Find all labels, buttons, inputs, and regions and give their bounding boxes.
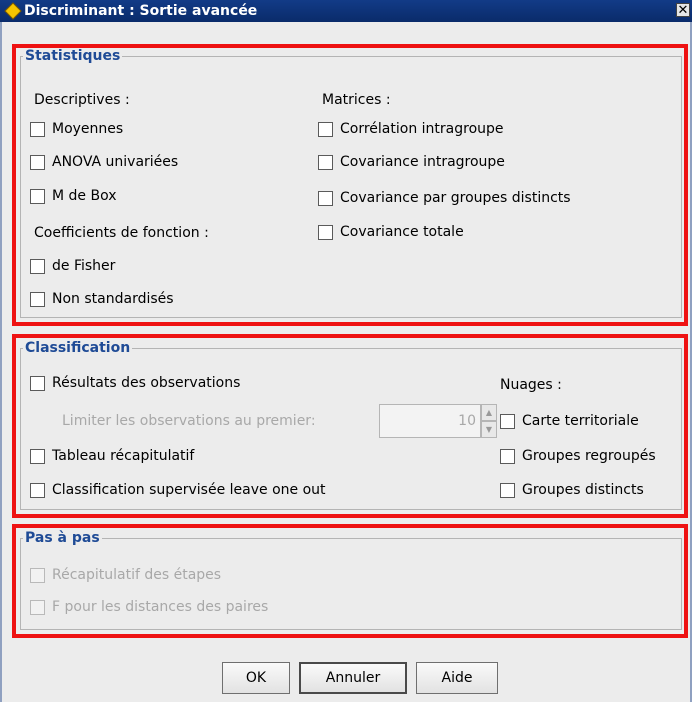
title-bar: Discriminant : Sortie avancée ✕ (0, 0, 692, 22)
statistiques-highlight (12, 44, 688, 326)
close-icon: ✕ (677, 3, 689, 18)
ok-button[interactable]: OK (222, 662, 290, 694)
aide-button[interactable]: Aide (416, 662, 498, 694)
window-title: Discriminant : Sortie avancée (24, 3, 258, 19)
pas-a-pas-highlight (12, 524, 688, 638)
classification-highlight (12, 334, 688, 518)
annuler-button[interactable]: Annuler (299, 662, 407, 694)
close-button[interactable]: ✕ (676, 3, 690, 17)
diamond-icon (4, 2, 22, 20)
